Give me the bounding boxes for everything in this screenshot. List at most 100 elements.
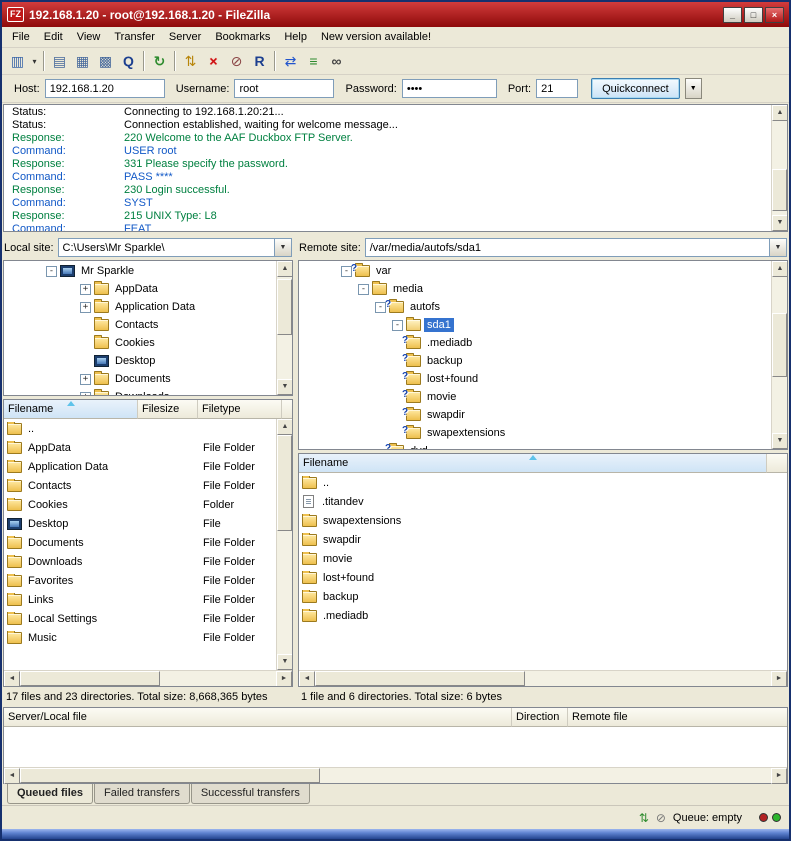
file-row[interactable]: swapdir — [299, 530, 787, 549]
column-header-filename[interactable]: Filename — [299, 454, 767, 473]
column-header-direction[interactable]: Direction — [512, 708, 568, 727]
queue-tab[interactable]: Successful transfers — [191, 784, 310, 804]
scroll-up-icon[interactable]: ▲ — [277, 419, 293, 435]
toggle-local-tree-icon[interactable]: ▦ — [71, 51, 94, 72]
cancel-icon[interactable]: × — [202, 51, 225, 72]
queue-tab[interactable]: Failed transfers — [94, 784, 190, 804]
tree-expander[interactable]: + — [80, 374, 91, 385]
scroll-down-icon[interactable]: ▼ — [772, 215, 788, 231]
quickconnect-button[interactable]: Quickconnect — [591, 78, 680, 99]
file-row[interactable]: Desktop File — [4, 514, 276, 533]
local-site-combo[interactable]: C:\Users\Mr Sparkle\ ▼ — [58, 238, 292, 257]
menu-item[interactable]: Help — [277, 29, 314, 45]
tree-expander[interactable]: - — [46, 266, 57, 277]
file-row[interactable]: .. — [4, 419, 276, 438]
chevron-down-icon[interactable]: ▼ — [769, 239, 786, 256]
menu-item[interactable]: Transfer — [107, 29, 162, 45]
menu-item[interactable]: View — [70, 29, 108, 45]
site-manager-dropdown-icon[interactable]: ▾ — [29, 51, 40, 72]
tree-item[interactable]: - Mr Sparkle — [4, 262, 276, 280]
close-button[interactable]: × — [765, 7, 784, 23]
menu-item[interactable]: Bookmarks — [208, 29, 277, 45]
file-row[interactable]: .. — [299, 473, 787, 492]
disconnect-icon[interactable]: ⊘ — [225, 51, 248, 72]
menu-item[interactable]: Server — [162, 29, 208, 45]
tree-expander[interactable]: - — [392, 320, 403, 331]
toggle-queue-icon[interactable]: Q — [117, 51, 140, 72]
toggle-message-log-icon[interactable]: ▤ — [48, 51, 71, 72]
file-row[interactable]: Cookies Folder — [4, 495, 276, 514]
file-row[interactable]: Local Settings File Folder — [4, 609, 276, 628]
host-input[interactable] — [45, 79, 165, 98]
file-row[interactable]: Links File Folder — [4, 590, 276, 609]
tree-item[interactable]: - sda1 — [299, 316, 771, 334]
file-row[interactable]: Documents File Folder — [4, 533, 276, 552]
file-row[interactable]: .titandev — [299, 492, 787, 511]
scroll-right-icon[interactable]: ► — [276, 671, 292, 687]
tree-expander[interactable]: + — [80, 392, 91, 396]
tree-item[interactable]: swapdir — [299, 406, 771, 424]
scrollbar-thumb[interactable] — [277, 435, 292, 531]
queue-horizontal-scrollbar[interactable]: ◄ ► — [4, 767, 787, 783]
queue-list-area[interactable] — [4, 727, 787, 767]
tree-item[interactable]: - autofs — [299, 298, 771, 316]
file-row[interactable]: lost+found — [299, 568, 787, 587]
file-row[interactable]: Downloads File Folder — [4, 552, 276, 571]
scrollbar-thumb[interactable] — [277, 279, 292, 335]
scrollbar-thumb[interactable] — [772, 169, 787, 211]
scrollbar-thumb[interactable] — [20, 768, 320, 783]
tree-item[interactable]: lost+found — [299, 370, 771, 388]
local-list-horizontal-scrollbar[interactable]: ◄ ► — [4, 670, 292, 686]
tree-item[interactable]: Contacts — [4, 316, 276, 334]
minimize-button[interactable]: _ — [723, 7, 742, 23]
find-files-icon[interactable]: ∞ — [325, 51, 348, 72]
tree-item[interactable]: Cookies — [4, 334, 276, 352]
toggle-remote-tree-icon[interactable]: ▩ — [94, 51, 117, 72]
tree-item[interactable]: + AppData — [4, 280, 276, 298]
tree-item[interactable]: + Downloads — [4, 388, 276, 395]
scroll-down-icon[interactable]: ▼ — [772, 433, 788, 449]
scrollbar-thumb[interactable] — [772, 313, 787, 377]
tree-item[interactable]: - media — [299, 280, 771, 298]
tree-item[interactable]: swapextensions — [299, 424, 771, 442]
file-row[interactable]: Application Data File Folder — [4, 457, 276, 476]
column-header-filename[interactable]: Filename — [4, 400, 138, 419]
chevron-down-icon[interactable]: ▼ — [274, 239, 291, 256]
remote-tree-scrollbar[interactable]: ▲ ▼ — [771, 261, 787, 449]
directory-comparison-icon[interactable]: ⇄ — [279, 51, 302, 72]
scroll-left-icon[interactable]: ◄ — [4, 671, 20, 687]
scroll-up-icon[interactable]: ▲ — [277, 261, 293, 277]
maximize-button[interactable]: □ — [744, 7, 763, 23]
tree-item[interactable]: .mediadb — [299, 334, 771, 352]
menu-item[interactable]: Edit — [37, 29, 70, 45]
tree-expander[interactable]: + — [80, 302, 91, 313]
file-row[interactable]: movie — [299, 549, 787, 568]
column-header-remote-file[interactable]: Remote file — [568, 708, 787, 727]
scrollbar-thumb[interactable] — [315, 671, 525, 686]
port-input[interactable] — [536, 79, 578, 98]
scroll-left-icon[interactable]: ◄ — [299, 671, 315, 687]
local-list-scrollbar[interactable]: ▲ ▼ — [276, 419, 292, 670]
log-vertical-scrollbar[interactable]: ▲ ▼ — [771, 105, 787, 231]
scroll-right-icon[interactable]: ► — [771, 671, 787, 687]
scroll-right-icon[interactable]: ► — [771, 768, 787, 784]
file-row[interactable]: Music File Folder — [4, 628, 276, 647]
site-manager-icon[interactable]: ▥ — [6, 51, 29, 72]
file-row[interactable]: AppData File Folder — [4, 438, 276, 457]
tree-item[interactable]: dvd — [299, 442, 771, 449]
tree-expander[interactable]: + — [80, 284, 91, 295]
quickconnect-dropdown-icon[interactable]: ▼ — [685, 78, 702, 99]
tree-item[interactable]: backup — [299, 352, 771, 370]
column-header-filetype[interactable]: Filetype — [198, 400, 282, 419]
column-header-local-file[interactable]: Server/Local file — [4, 708, 512, 727]
file-row[interactable]: swapextensions — [299, 511, 787, 530]
queue-tab[interactable]: Queued files — [7, 784, 93, 804]
username-input[interactable] — [234, 79, 334, 98]
refresh-icon[interactable]: ↻ — [148, 51, 171, 72]
tree-item[interactable]: + Application Data — [4, 298, 276, 316]
password-input[interactable] — [402, 79, 497, 98]
title-bar[interactable]: FZ 192.168.1.20 - root@192.168.1.20 - Fi… — [2, 2, 789, 27]
tree-item[interactable]: movie — [299, 388, 771, 406]
local-tree-scrollbar[interactable]: ▲ ▼ — [276, 261, 292, 395]
reconnect-icon[interactable]: R — [248, 51, 271, 72]
